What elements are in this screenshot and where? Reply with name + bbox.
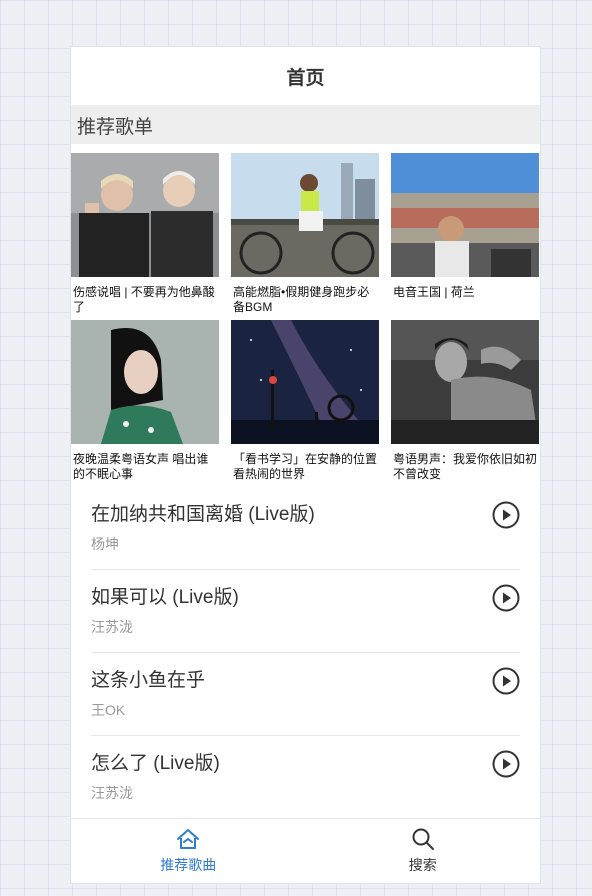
tab-label: 推荐歌曲	[160, 857, 217, 873]
song-row[interactable]: 在加纳共和国离婚 (Live版) 杨坤	[91, 487, 520, 570]
playlist-card[interactable]: 「看书学习」在安静的位置看热闹的世界	[231, 320, 379, 487]
playlist-caption: 电音王国 | 荷兰	[393, 285, 475, 299]
play-icon[interactable]	[492, 667, 520, 695]
song-row[interactable]: 这条小鱼在乎 王OK	[91, 653, 520, 736]
playlist-card[interactable]: 高能燃脂•假期健身跑步必备BGM	[231, 153, 379, 320]
playlist-caption: 「看书学习」在安静的位置看热闹的世界	[233, 452, 378, 481]
home-icon	[177, 829, 200, 849]
playlist-cover-image	[391, 320, 539, 444]
song-row[interactable]: 怎么了 (Live版) 汪苏泷	[91, 736, 520, 819]
play-icon[interactable]	[492, 584, 520, 612]
song-title: 如果可以 (Live版)	[91, 587, 239, 608]
playlist-caption: 夜晚温柔粤语女声 唱出谁的不眠心事	[73, 452, 209, 481]
tab-bar: 推荐歌曲 搜索	[71, 818, 540, 883]
song-artist: 汪苏泷	[91, 619, 133, 635]
playlist-cover-image	[71, 153, 219, 277]
section-title: 推荐歌单	[71, 106, 540, 144]
song-row[interactable]: 如果可以 (Live版) 汪苏泷	[91, 570, 520, 653]
play-icon[interactable]	[492, 501, 520, 529]
playlist-card[interactable]: 粤语男声：我爱你依旧如初不曾改变	[391, 320, 539, 487]
song-title: 怎么了 (Live版)	[91, 753, 220, 774]
search-icon	[412, 828, 434, 850]
playlist-card[interactable]: 夜晚温柔粤语女声 唱出谁的不眠心事	[71, 320, 219, 487]
playlist-cover-image	[231, 320, 379, 444]
song-title: 这条小鱼在乎	[91, 670, 206, 691]
play-icon[interactable]	[492, 750, 520, 778]
playlist-grid: 伤感说唱 | 不要再为他鼻酸了 高能燃脂•假期健身跑步必备BGM 电音王国 | …	[71, 144, 540, 487]
song-artist: 杨坤	[91, 536, 119, 552]
song-title: 在加纳共和国离婚 (Live版)	[91, 504, 315, 525]
song-list: 在加纳共和国离婚 (Live版) 杨坤 如果可以 (Live版) 汪苏泷 这条小…	[71, 487, 540, 819]
tab-search[interactable]: 搜索	[306, 819, 541, 883]
song-artist: 王OK	[91, 702, 126, 718]
playlist-cover-image	[391, 153, 539, 277]
header: 首页	[71, 47, 540, 106]
playlist-caption: 高能燃脂•假期健身跑步必备BGM	[233, 285, 370, 314]
playlist-cover-image	[231, 153, 379, 277]
song-artist: 汪苏泷	[91, 785, 133, 801]
playlist-caption: 粤语男声：我爱你依旧如初不曾改变	[393, 452, 538, 481]
playlist-cover-image	[71, 320, 219, 444]
playlist-caption: 伤感说唱 | 不要再为他鼻酸了	[73, 285, 215, 314]
tab-label: 搜索	[408, 857, 437, 873]
playlist-card[interactable]: 电音王国 | 荷兰	[391, 153, 539, 320]
playlist-card[interactable]: 伤感说唱 | 不要再为他鼻酸了	[71, 153, 219, 320]
app-screen: 首页 推荐歌单 伤感说唱 | 不要再为他鼻酸了 高能燃脂•假期健身跑步必备BGM…	[71, 47, 540, 883]
page-title: 首页	[286, 67, 325, 89]
tab-recommended[interactable]: 推荐歌曲	[71, 819, 306, 883]
